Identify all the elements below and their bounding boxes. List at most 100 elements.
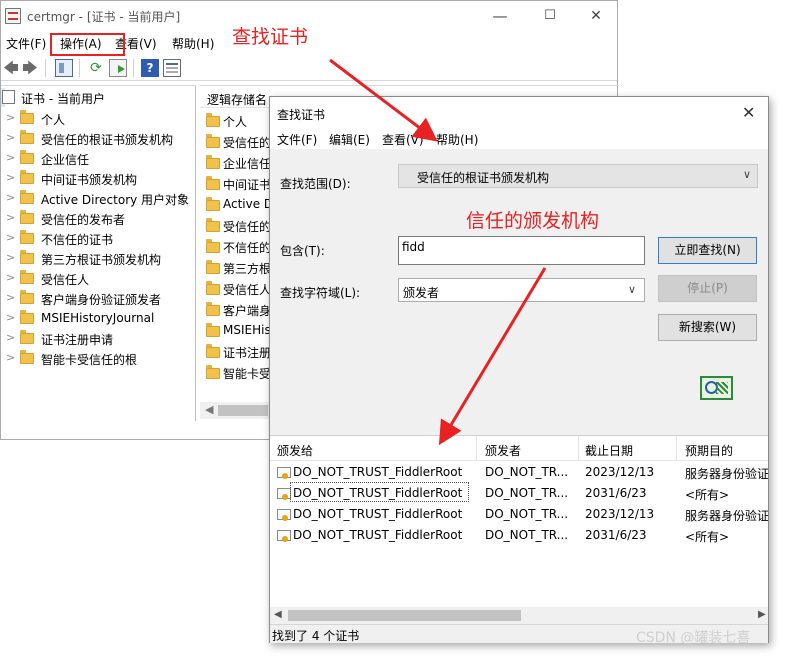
dialog-menu-file[interactable]: 文件(F) [277, 131, 317, 148]
tree-item[interactable]: > 客户端身份验证颁发者 [1, 288, 195, 308]
tree-item[interactable]: > 智能卡受信任的根 [1, 348, 195, 368]
list-item-label: 企业信任 [223, 157, 272, 171]
refresh-icon[interactable]: ⟳ [87, 59, 105, 77]
list-header-label: 逻辑存储名 [207, 93, 268, 107]
column-divider[interactable] [578, 436, 579, 461]
export-list-icon[interactable] [109, 59, 127, 77]
new-search-button[interactable]: 新搜索(W) [658, 314, 757, 341]
tree-item[interactable]: > MSIEHistoryJournal [1, 308, 195, 328]
contains-input[interactable]: fidd [398, 236, 645, 265]
results-horizontal-scrollbar[interactable]: ◀ ▶ [270, 607, 768, 624]
tree-item[interactable]: > 中间证书颁发机构 [1, 168, 195, 188]
chevron-right-icon[interactable]: > [6, 291, 15, 304]
tree-item[interactable]: > 受信任的发布者 [1, 208, 195, 228]
certmgr-toolbar: 🡄 🡆 ⟳ ? [1, 55, 617, 81]
properties-icon[interactable] [163, 59, 181, 77]
tree-item[interactable]: > 不信任的证书 [1, 228, 195, 248]
results-header: 颁发给 颁发者 截止日期 预期目的 [270, 436, 768, 461]
result-row[interactable]: DO_NOT_TRUST_FiddlerRoot DO_NOT_TR... 2023… [270, 504, 768, 525]
chevron-right-icon[interactable]: > [6, 251, 15, 264]
tree-item-label: Active Directory 用户对象 [41, 193, 190, 207]
chevron-right-icon[interactable]: > [6, 231, 15, 244]
dialog-title: 查找证书 [277, 108, 326, 122]
menu-help[interactable]: 帮助(H) [172, 35, 214, 52]
chevron-right-icon[interactable]: > [6, 111, 15, 124]
tree-root-current-user[interactable]: 证书 - 当前用户 [1, 88, 105, 107]
minimize-button[interactable]: — [477, 5, 523, 27]
dialog-close-icon[interactable]: ✕ [742, 103, 755, 122]
scroll-thumb[interactable] [288, 610, 521, 621]
tree-item[interactable]: > 第三方根证书颁发机构 [1, 248, 195, 268]
up-level-icon[interactable] [55, 59, 73, 77]
result-row[interactable]: DO_NOT_TRUST_FiddlerRoot DO_NOT_TR... 2031… [270, 525, 768, 546]
dialog-menu-help[interactable]: 帮助(H) [436, 131, 478, 148]
scroll-thumb[interactable] [218, 405, 268, 416]
chevron-right-icon[interactable]: > [6, 271, 15, 284]
chevron-right-icon[interactable]: > [6, 351, 15, 364]
maximize-button[interactable]: ☐ [527, 5, 573, 27]
results-list: 颁发给 颁发者 截止日期 预期目的 DO_NOT_TRUST_FiddlerRo… [270, 435, 768, 623]
column-header-intended-purposes[interactable]: 预期目的 [685, 442, 733, 459]
folder-icon [20, 130, 34, 144]
tree-item[interactable]: > 企业信任 [1, 148, 195, 168]
chevron-right-icon[interactable]: > [6, 191, 15, 204]
column-header-expiration[interactable]: 截止日期 [585, 442, 633, 459]
toolbar-separator [45, 59, 46, 77]
list-item-label: 客户端身 [223, 304, 272, 318]
scroll-left-arrow-icon[interactable]: ◀ [205, 403, 213, 416]
certmgr-titlebar[interactable]: certmgr - [证书 - 当前用户] — ☐ ✕ [1, 1, 617, 31]
search-scope-dropdown[interactable]: 受信任的根证书颁发机构 ∨ [398, 164, 758, 188]
search-field-dropdown[interactable]: 颁发者 ∨ [398, 278, 645, 302]
column-header-issued-to[interactable]: 颁发给 [277, 442, 313, 459]
tree-item[interactable]: > 受信任的根证书颁发机构 [1, 128, 195, 148]
dialog-menu-view[interactable]: 查看(V) [382, 131, 424, 148]
folder-icon [20, 170, 34, 184]
tree-item-label: 受信任的发布者 [41, 213, 126, 227]
cell-issuer: DO_NOT_TR... [485, 528, 569, 542]
back-arrow-icon[interactable]: 🡄 [2, 59, 20, 77]
result-row[interactable]: DO_NOT_TRUST_FiddlerRoot DO_NOT_TR... 2023… [270, 462, 768, 483]
help-icon[interactable]: ? [141, 59, 159, 77]
scroll-left-arrow-icon[interactable]: ◀ [274, 609, 282, 620]
chevron-right-icon[interactable]: > [6, 171, 15, 184]
dialog-menubar: 文件(F) 编辑(E) 查看(V) 帮助(H) [270, 127, 768, 149]
tree-item[interactable]: > 证书注册申请 [1, 328, 195, 348]
chevron-right-icon[interactable]: > [6, 211, 15, 224]
certificate-store-tree: 证书 - 当前用户 > 个人 > 受信任的根证书颁发机构 > 企业信任 > 中间证书颁发机构 >… [1, 85, 196, 421]
tree-item[interactable]: > Active Directory 用户对象 [1, 188, 195, 208]
tree-item[interactable]: > 受信任人 [1, 268, 195, 288]
tree-item-label: 证书注册申请 [41, 333, 114, 347]
chevron-right-icon[interactable]: > [6, 331, 15, 344]
list-item-label: 中间证书 [223, 178, 272, 192]
folder-icon [206, 365, 220, 379]
close-button[interactable]: ✕ [573, 5, 619, 27]
cell-issued-to: DO_NOT_TRUST_FiddlerRoot [293, 528, 463, 542]
column-header-issuer[interactable]: 颁发者 [485, 442, 521, 459]
list-item-label: 智能卡受 [223, 367, 272, 381]
list-item-label: 受信任人 [223, 283, 272, 297]
stop-button[interactable]: 停止(P) [658, 275, 757, 302]
menu-file[interactable]: 文件(F) [6, 35, 46, 52]
chevron-right-icon[interactable]: > [6, 151, 15, 164]
tree-item[interactable]: > 个人 [1, 108, 195, 128]
certificate-store-icon [2, 90, 15, 104]
find-now-button[interactable]: 立即查找(N) [658, 237, 757, 264]
row-focus-rectangle [290, 482, 469, 502]
column-divider[interactable] [476, 436, 477, 461]
list-item-label: 证书注册 [223, 346, 272, 360]
dialog-titlebar[interactable]: 查找证书 ✕ [270, 97, 768, 127]
chevron-right-icon[interactable]: > [6, 131, 15, 144]
tree-item-label: 不信任的证书 [41, 233, 114, 247]
list-item-label: 受信任的 [223, 220, 272, 234]
certificate-icon [277, 530, 291, 542]
dialog-menu-edit[interactable]: 编辑(E) [329, 131, 370, 148]
column-divider[interactable] [676, 436, 677, 461]
cell-issuer: DO_NOT_TR... [485, 507, 569, 521]
scroll-right-arrow-icon[interactable]: ▶ [758, 609, 766, 620]
folder-icon [206, 281, 220, 295]
chevron-right-icon[interactable]: > [6, 311, 15, 324]
tree-item-label: 客户端身份验证颁发者 [41, 293, 162, 307]
forward-arrow-icon[interactable]: 🡆 [21, 59, 39, 77]
tree-item-label: 受信任的根证书颁发机构 [41, 133, 174, 147]
cell-intended-purposes: <所有> [685, 488, 730, 502]
